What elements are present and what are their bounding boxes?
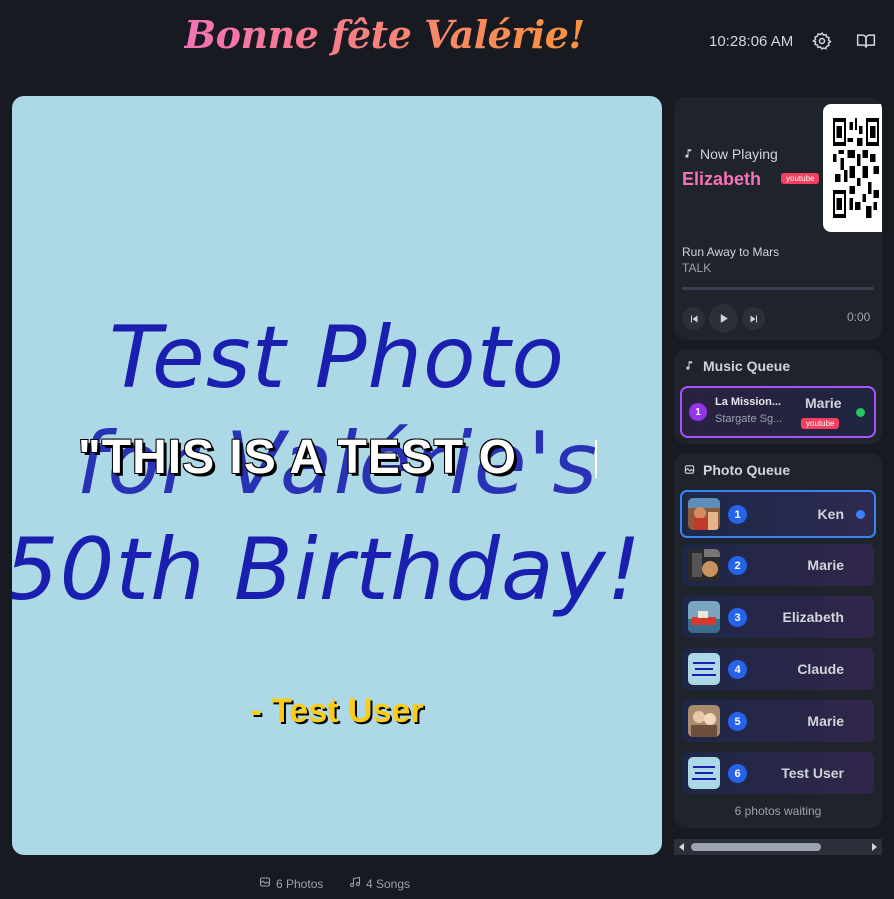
photo-text-line: Test Photo [109,308,565,408]
gear-icon[interactable] [812,31,832,51]
photo-queue-item[interactable]: 2 Marie [682,544,874,586]
photo-queue-item[interactable]: 6 Test User [682,752,874,794]
queue-singer: Marie [805,395,842,411]
photo-queue-item[interactable]: 4 Claude [682,648,874,690]
photo-queue-item[interactable]: 5 Marie [682,700,874,742]
source-badge: youtube [781,173,820,184]
now-playing-panel: Now Playing Elizabeth youtube Run Away t… [674,97,882,340]
photo-author: - Test User [250,692,424,730]
music-note-icon [684,358,695,374]
photo-thumbnail [688,601,720,633]
queue-song-title: La Mission... [715,396,782,408]
photo-queue-heading-label: Photo Queue [703,462,791,478]
photo-queue-panel: Photo Queue 1 Ken 2 Marie 3 Elizabeth 4 … [674,453,882,828]
photo-caption: "THIS IS A TEST O [78,431,517,484]
photo-submitter: Elizabeth [782,609,844,625]
text-caret [595,440,597,478]
music-queue-panel: Music Queue 1 La Mission... Stargate Sg.… [674,349,882,444]
photo-thumbnail [688,757,720,789]
queue-position: 5 [728,712,747,731]
photo-submitter: Ken [817,506,844,522]
photo-display: Test Photo for Valérie's 50th Birthday! … [12,96,662,855]
queue-position: 6 [728,764,747,783]
photo-count: 6 Photos [259,876,323,891]
scroll-right-icon[interactable] [872,843,877,851]
photo-thumbnail [688,653,720,685]
photo-text-line: 50th Birthday! [12,520,643,620]
now-playing-artist: TALK [682,261,712,275]
queue-song-artist: Stargate Sg... [715,413,783,425]
photos-waiting-status: 6 photos waiting [734,804,822,818]
image-icon [684,462,695,478]
book-icon[interactable] [856,31,876,51]
photo-queue-heading: Photo Queue [684,462,790,478]
next-icon[interactable] [742,307,765,330]
playback-progress[interactable] [682,287,874,290]
queue-position: 3 [728,608,747,627]
photo-submitter: Claude [797,661,844,677]
photo-queue-item[interactable]: 3 Elizabeth [682,596,874,638]
music-queue-heading: Music Queue [684,358,790,374]
song-count: 4 Songs [349,876,410,891]
scroll-left-icon[interactable] [679,843,684,851]
photo-thumbnail [688,498,720,530]
app-title: Bonne fête Valérie! [184,12,585,57]
image-icon [259,876,271,891]
photo-submitter: Marie [807,557,844,573]
music-queue-item[interactable]: 1 La Mission... Stargate Sg... Marie you… [680,386,876,438]
now-playing-singer: Elizabeth [682,169,762,189]
photo-thumbnail [688,549,720,581]
photo-submitter: Marie [807,713,844,729]
queue-position: 2 [728,556,747,575]
queue-position: 1 [689,403,707,421]
source-badge: youtube [801,418,840,429]
horizontal-scrollbar[interactable] [674,839,882,855]
play-icon[interactable] [709,304,738,333]
clock: 10:28:06 AM [709,33,794,50]
playback-time: 0:00 [847,310,871,324]
playing-indicator-icon [856,408,865,417]
photo-count-label: 6 Photos [276,876,324,891]
scrollbar-thumb[interactable] [691,843,821,851]
current-indicator-icon [856,510,865,519]
music-note-icon [683,146,694,162]
music-queue-heading-label: Music Queue [703,358,791,374]
photo-submitter: Test User [781,765,844,781]
now-playing-heading: Now Playing [683,146,778,162]
previous-icon[interactable] [682,307,705,330]
now-playing-heading-label: Now Playing [700,146,778,162]
music-note-icon [349,876,361,891]
queue-position: 1 [728,505,747,524]
qr-code [823,104,882,232]
photo-thumbnail [688,705,720,737]
photo-queue-item[interactable]: 1 Ken [680,490,876,538]
now-playing-song: Run Away to Mars [682,245,780,259]
queue-position: 4 [728,660,747,679]
song-count-label: 4 Songs [366,876,411,891]
